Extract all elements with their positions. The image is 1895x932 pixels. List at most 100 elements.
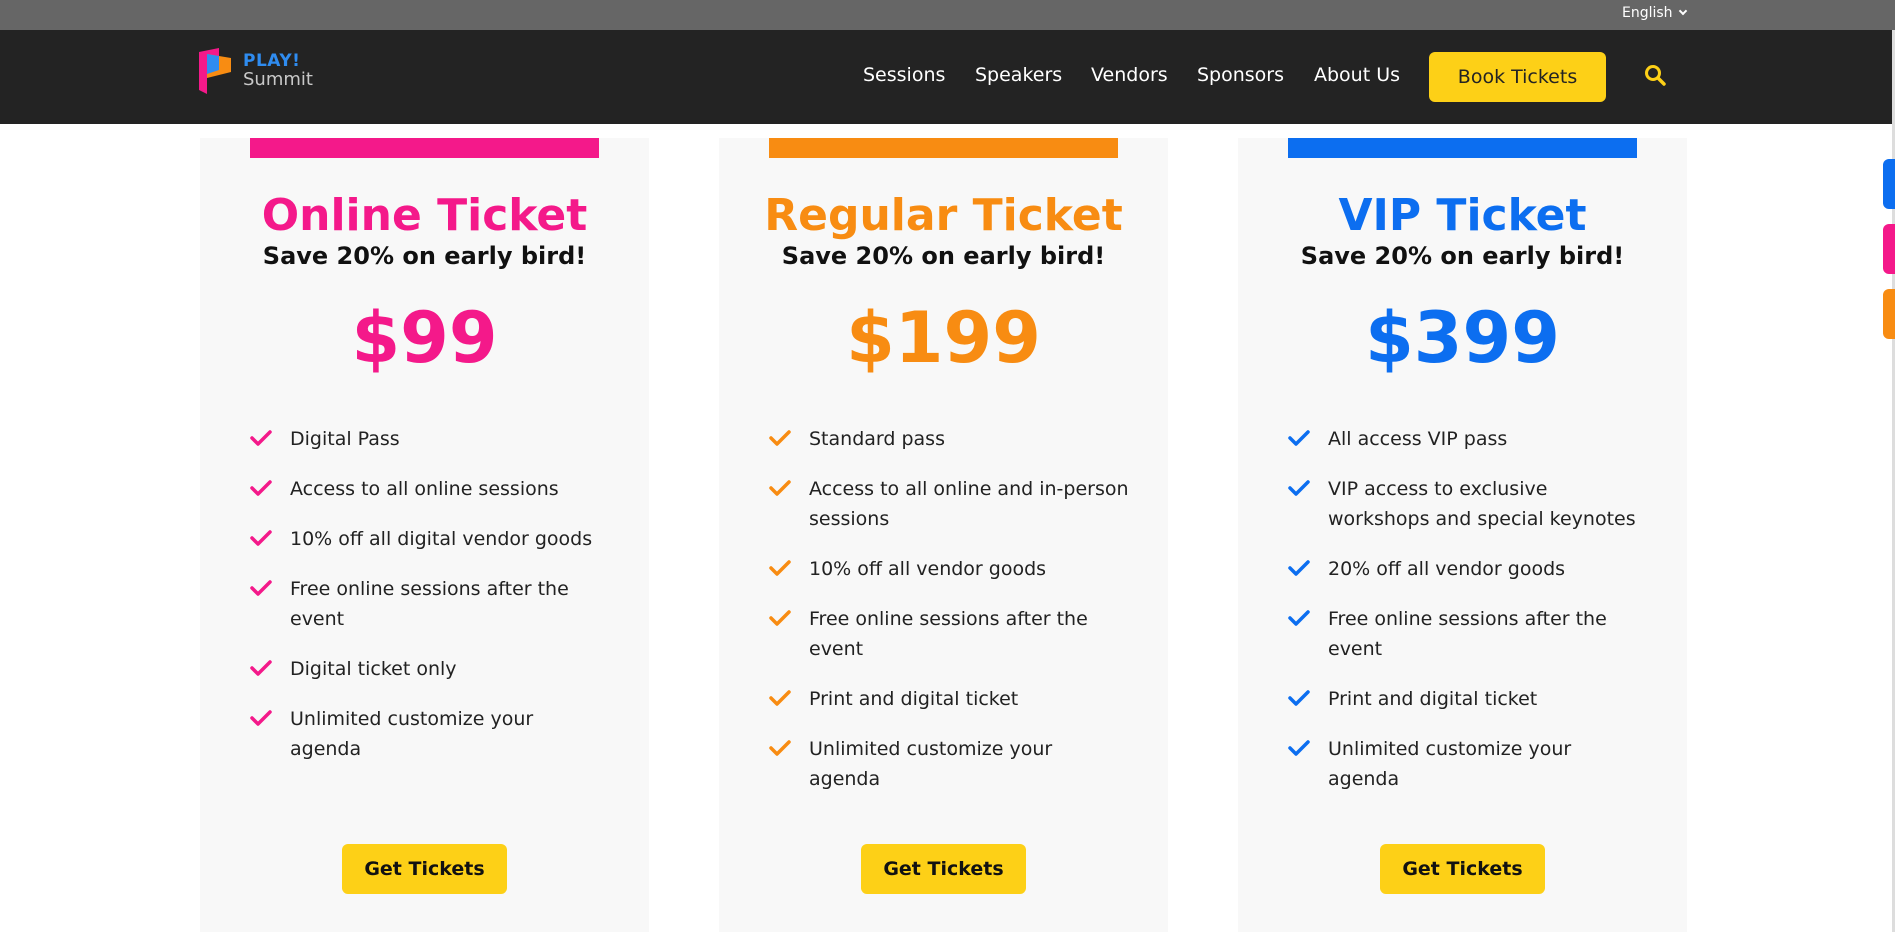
feature-text: Print and digital ticket	[809, 688, 1019, 710]
check-icon	[769, 740, 791, 756]
feature-text: 10% off all digital vendor goods	[290, 528, 593, 550]
search-button[interactable]	[1644, 64, 1670, 90]
feature-text: Digital Pass	[290, 428, 400, 450]
search-icon	[1645, 65, 1666, 86]
logo-wordmark-top: PLAY!	[243, 51, 301, 71]
feature-text: Unlimited customize your agenda	[290, 708, 534, 760]
ticket-subtitle: Save 20% on early bird!	[1300, 242, 1625, 270]
side-tab-orange[interactable]	[1883, 289, 1895, 339]
feature-item: VIP access to exclusive workshops and sp…	[1288, 474, 1648, 534]
get-tickets-label: Get Tickets	[1402, 858, 1523, 880]
feature-text: Standard pass	[809, 428, 945, 450]
nav-sponsors[interactable]: Sponsors	[1197, 64, 1284, 86]
ticket-title: VIP Ticket	[1338, 190, 1587, 241]
ticket-title: Regular Ticket	[764, 190, 1123, 241]
feature-item: Free online sessions after the event	[1288, 604, 1648, 664]
feature-text: Unlimited customize your agenda	[809, 738, 1053, 790]
feature-item: Digital ticket only	[250, 654, 610, 684]
side-tab-blue[interactable]	[1883, 159, 1895, 209]
check-icon	[250, 480, 272, 496]
feature-item: 10% off all vendor goods	[769, 554, 1129, 584]
check-icon	[769, 560, 791, 576]
play-summit-logo[interactable]: PLAY! Summit	[199, 48, 319, 100]
check-icon	[769, 430, 791, 446]
nav-sessions[interactable]: Sessions	[863, 64, 945, 86]
feature-text: All access VIP pass	[1328, 428, 1508, 450]
feature-item: Access to all online and in-person sessi…	[769, 474, 1129, 534]
feature-item: All access VIP pass	[1288, 424, 1648, 454]
get-tickets-button[interactable]: Get Tickets	[1380, 844, 1545, 894]
check-icon	[250, 530, 272, 546]
ticket-card-online: Online Ticket Save 20% on early bird! $9…	[200, 138, 649, 932]
ticket-price: $199	[846, 297, 1041, 379]
ticket-subtitle: Save 20% on early bird!	[262, 242, 587, 270]
check-icon	[250, 710, 272, 726]
side-tab-pink[interactable]	[1883, 224, 1895, 274]
feature-text: Unlimited customize your agenda	[1328, 738, 1572, 790]
check-icon	[1288, 480, 1310, 496]
feature-list: Standard pass Access to all online and i…	[769, 424, 1129, 814]
check-icon	[769, 480, 791, 496]
check-icon	[1288, 560, 1310, 576]
ticket-card-regular: Regular Ticket Save 20% on early bird! $…	[719, 138, 1168, 932]
feature-text: Digital ticket only	[290, 658, 457, 680]
chevron-down-icon	[1678, 6, 1687, 16]
card-accent-bar	[250, 138, 599, 158]
get-tickets-button[interactable]: Get Tickets	[861, 844, 1026, 894]
book-tickets-label: Book Tickets	[1457, 66, 1578, 88]
feature-text: Print and digital ticket	[1328, 688, 1538, 710]
check-icon	[250, 660, 272, 676]
logo-wordmark-bottom: Summit	[243, 69, 313, 90]
feature-item: Unlimited customize your agenda	[769, 734, 1129, 794]
feature-item: Digital Pass	[250, 424, 610, 454]
site-header: PLAY! Summit Sessions Speakers Vendors S…	[0, 30, 1895, 124]
card-accent-bar	[769, 138, 1118, 158]
feature-text: 10% off all vendor goods	[809, 558, 1047, 580]
check-icon	[250, 580, 272, 596]
check-icon	[1288, 690, 1310, 706]
feature-item: Free online sessions after the event	[769, 604, 1129, 664]
feature-item: Print and digital ticket	[1288, 684, 1648, 714]
feature-text: 20% off all vendor goods	[1328, 558, 1566, 580]
check-icon	[769, 690, 791, 706]
feature-item: Unlimited customize your agenda	[250, 704, 610, 764]
nav-vendors[interactable]: Vendors	[1091, 64, 1168, 86]
feature-text: Access to all online and in-person sessi…	[809, 478, 1129, 530]
get-tickets-label: Get Tickets	[883, 858, 1004, 880]
check-icon	[1288, 740, 1310, 756]
page: English PLAY! Summit Sessions Speakers V…	[0, 0, 1895, 932]
feature-item: 10% off all digital vendor goods	[250, 524, 610, 554]
check-icon	[1288, 610, 1310, 626]
check-icon	[1288, 430, 1310, 446]
ticket-card-vip: VIP Ticket Save 20% on early bird! $399 …	[1238, 138, 1687, 932]
nav-speakers[interactable]: Speakers	[975, 64, 1062, 86]
ticket-price: $99	[351, 297, 498, 379]
feature-item: Standard pass	[769, 424, 1129, 454]
feature-list: Digital Pass Access to all online sessio…	[250, 424, 610, 784]
feature-text: Free online sessions after the event	[1328, 608, 1607, 660]
feature-item: Access to all online sessions	[250, 474, 610, 504]
nav-about-us[interactable]: About Us	[1314, 64, 1400, 86]
ticket-subtitle: Save 20% on early bird!	[781, 242, 1106, 270]
feature-item: Print and digital ticket	[769, 684, 1129, 714]
ticket-title: Online Ticket	[261, 190, 588, 241]
ticket-price: $399	[1365, 297, 1560, 379]
book-tickets-button[interactable]: Book Tickets	[1429, 52, 1606, 102]
check-icon	[769, 610, 791, 626]
language-label: English	[1622, 5, 1673, 21]
feature-item: 20% off all vendor goods	[1288, 554, 1648, 584]
feature-text: Free online sessions after the event	[290, 578, 569, 630]
get-tickets-button[interactable]: Get Tickets	[342, 844, 507, 894]
feature-item: Unlimited customize your agenda	[1288, 734, 1648, 794]
feature-text: VIP access to exclusive workshops and sp…	[1328, 478, 1636, 530]
get-tickets-label: Get Tickets	[364, 858, 485, 880]
language-selector[interactable]: English	[1622, 5, 1687, 21]
feature-list: All access VIP pass VIP access to exclus…	[1288, 424, 1648, 814]
top-utility-bar: English	[0, 0, 1895, 30]
feature-item: Free online sessions after the event	[250, 574, 610, 634]
feature-text: Access to all online sessions	[290, 478, 559, 500]
check-icon	[250, 430, 272, 446]
play-logo-mark-icon	[199, 48, 231, 94]
card-accent-bar	[1288, 138, 1637, 158]
feature-text: Free online sessions after the event	[809, 608, 1088, 660]
